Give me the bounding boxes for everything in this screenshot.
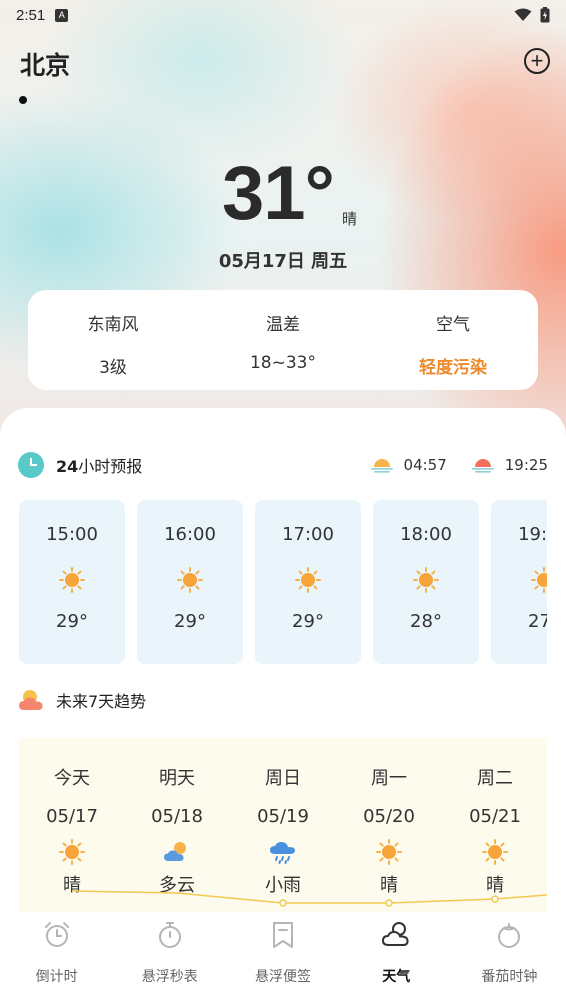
cloud-weather-icon [382,922,409,946]
sun-icon [413,567,439,593]
hour-temp: 29° [174,611,206,632]
nav-label: 天气 [382,969,411,985]
summary-value: 18~33° [249,353,316,373]
city-name[interactable]: 北京 [20,46,70,82]
trend-title: 未来7天趋势 [56,692,147,711]
hour-time: 18:00 [400,524,452,545]
hour-card: 18:00 28° [373,500,479,664]
stopwatch-icon [158,922,181,948]
forecast-24h-header: 24小时预报 [18,452,142,478]
current-temperature: 31° [222,151,335,236]
summary-value: 3级 [99,358,127,378]
sun-times: 04:57 19:25 [370,456,548,474]
nav-label: 悬浮秒表 [141,969,198,985]
status-right-icons [514,7,550,23]
nav-floating-notes[interactable]: 悬浮便签 [226,912,339,1006]
tomato-icon [498,923,521,948]
hour-time: 15:00 [46,524,98,545]
sunrise-icon [370,459,393,473]
status-time: 2:51 [16,6,46,24]
bottom-navigation: 倒计时 悬浮秒表 悬浮便签 天气 番茄时钟 [0,912,566,1006]
hour-card: 19:00 27° [491,500,547,664]
high-temp-trend-line [71,890,547,907]
page-indicator-dot [19,96,27,104]
sunset-time: 19:25 [504,456,548,474]
sunset-icon [471,459,494,473]
sun-icon [531,567,547,593]
summary-label: 温差 [266,315,300,335]
seven-day-trend[interactable]: 今天 05/17 晴 明天 05/18 多云 周日 05/19 小雨 周一 05… [19,738,547,918]
hour-time: 17:00 [282,524,334,545]
wifi-icon [514,8,532,21]
trend-point [491,895,499,903]
summary-label: 东南风 [87,315,139,335]
hour-temp: 28° [410,611,442,632]
app-notification-icon: A [55,8,69,22]
forecast-24h-title: 24小时预报 [56,457,143,476]
weather-summary-card: 东南风 3级 温差 18~33° 空气 轻度污染 [28,290,538,390]
forecast-panel: 24小时预报 04:57 19:25 15:00 29° 16:00 29° 1… [0,408,566,918]
hour-time: 16:00 [164,524,216,545]
summary-air-quality: 空气 轻度污染 [368,290,538,390]
clock-icon [18,452,44,478]
nav-countdown[interactable]: 倒计时 [0,912,113,1006]
sun-icon [59,567,85,593]
nav-floating-stopwatch[interactable]: 悬浮秒表 [113,912,226,1006]
summary-wind: 东南风 3级 [28,290,198,390]
bookmark-note-icon [273,922,293,948]
current-condition: 晴 [342,210,358,228]
sun-icon [295,567,321,593]
summary-label: 空气 [436,315,470,335]
hour-time: 19:00 [518,524,547,545]
hourly-forecast-scroller[interactable]: 15:00 29° 16:00 29° 17:00 29° 18:00 28° … [19,500,547,664]
air-quality-value: 轻度污染 [419,358,487,378]
hour-card: 17:00 29° [255,500,361,664]
sun-icon [177,567,203,593]
nav-weather[interactable]: 天气 [340,912,453,1006]
summary-temp-range: 温差 18~33° [198,290,368,390]
hour-temp: 29° [292,611,324,632]
hour-card: 16:00 29° [137,500,243,664]
trend-point [279,899,287,907]
hour-temp: 27° [528,611,547,632]
hour-temp: 29° [56,611,88,632]
nav-label: 悬浮便签 [255,969,311,985]
battery-icon [540,7,550,23]
trend-header: 未来7天趋势 [18,688,146,712]
alarm-clock-icon [44,922,69,947]
sunrise-time: 04:57 [403,456,447,474]
plus-icon: + [530,48,544,73]
status-bar: 2:51 A [0,0,566,30]
trend-point [385,899,393,907]
nav-label: 倒计时 [35,969,78,985]
add-city-button[interactable]: + [524,48,550,74]
cloud-sun-icon [19,690,43,710]
nav-label: 番茄时钟 [481,969,538,985]
nav-pomodoro[interactable]: 番茄时钟 [453,912,566,1006]
hour-card: 15:00 29° [19,500,125,664]
current-date: 05月17日 周五 [218,251,348,272]
